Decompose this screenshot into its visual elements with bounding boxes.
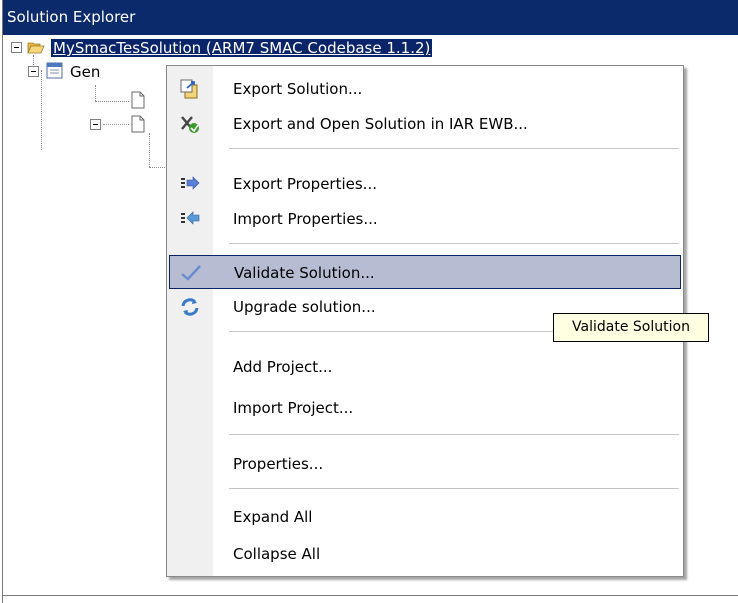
- tree-node-child[interactable]: Gen: [70, 62, 100, 82]
- menu-item-label: Export Properties...: [233, 175, 377, 193]
- menu-item-validate-solution[interactable]: Validate Solution...: [169, 255, 681, 289]
- tree-connector: [149, 133, 150, 167]
- tree-connector: [41, 70, 42, 150]
- menu-item-export-properties[interactable]: Export Properties...: [169, 167, 681, 201]
- menu-item-label: Import Properties...: [233, 210, 378, 228]
- tooltip: Validate Solution: [553, 313, 709, 342]
- collapse-toggle-child[interactable]: [28, 66, 39, 77]
- export-solution-icon: [180, 79, 198, 99]
- tree-connector: [103, 124, 129, 125]
- panel-title: Solution Explorer: [3, 0, 738, 35]
- menu-item-label: Export Solution...: [233, 80, 363, 98]
- menu-item-expand-all[interactable]: Expand All: [169, 500, 681, 534]
- menu-item-add-project[interactable]: Add Project...: [169, 350, 681, 384]
- checkmark-icon: [181, 265, 201, 281]
- menu-item-collapse-all[interactable]: Collapse All: [169, 537, 681, 571]
- tree-node-root[interactable]: MySmacTesSolution (ARM7 SMAC Codebase 1.…: [51, 38, 433, 58]
- menu-item-label: Add Project...: [233, 358, 333, 376]
- refresh-icon: [181, 298, 199, 316]
- menu-item-properties[interactable]: Properties...: [169, 447, 681, 481]
- import-properties-icon: [181, 211, 200, 225]
- file-icon: [131, 115, 145, 133]
- project-icon: [46, 62, 63, 79]
- solution-root-label: MySmacTesSolution (ARM7 SMAC Codebase 1.…: [51, 39, 433, 57]
- menu-item-label: Collapse All: [233, 545, 321, 563]
- menu-separator: [229, 488, 679, 489]
- menu-item-label: Export and Open Solution in IAR EWB...: [233, 115, 528, 133]
- collapse-toggle-file[interactable]: [90, 119, 101, 130]
- menu-item-label: Properties...: [233, 455, 324, 473]
- menu-item-export-solution[interactable]: Export Solution...: [169, 72, 681, 106]
- collapse-toggle-root[interactable]: [11, 42, 22, 53]
- open-folder-icon: [27, 42, 45, 54]
- panel-bottom-border: [3, 595, 738, 596]
- menu-separator: [229, 243, 679, 244]
- menu-item-label: Validate Solution...: [234, 264, 375, 282]
- menu-separator: [229, 148, 679, 149]
- menu-separator: [229, 434, 679, 435]
- export-properties-icon: [181, 176, 200, 190]
- menu-item-label: Expand All: [233, 508, 313, 526]
- menu-item-import-properties[interactable]: Import Properties...: [169, 202, 681, 236]
- export-open-iar-icon: [181, 116, 199, 133]
- menu-item-label: Import Project...: [233, 399, 354, 417]
- menu-item-label: Upgrade solution...: [233, 298, 376, 316]
- tree-connector: [95, 85, 96, 101]
- file-icon: [131, 91, 145, 109]
- tree-connector: [95, 101, 129, 102]
- menu-item-import-project[interactable]: Import Project...: [169, 391, 681, 425]
- menu-item-export-open-iar[interactable]: Export and Open Solution in IAR EWB...: [169, 107, 681, 141]
